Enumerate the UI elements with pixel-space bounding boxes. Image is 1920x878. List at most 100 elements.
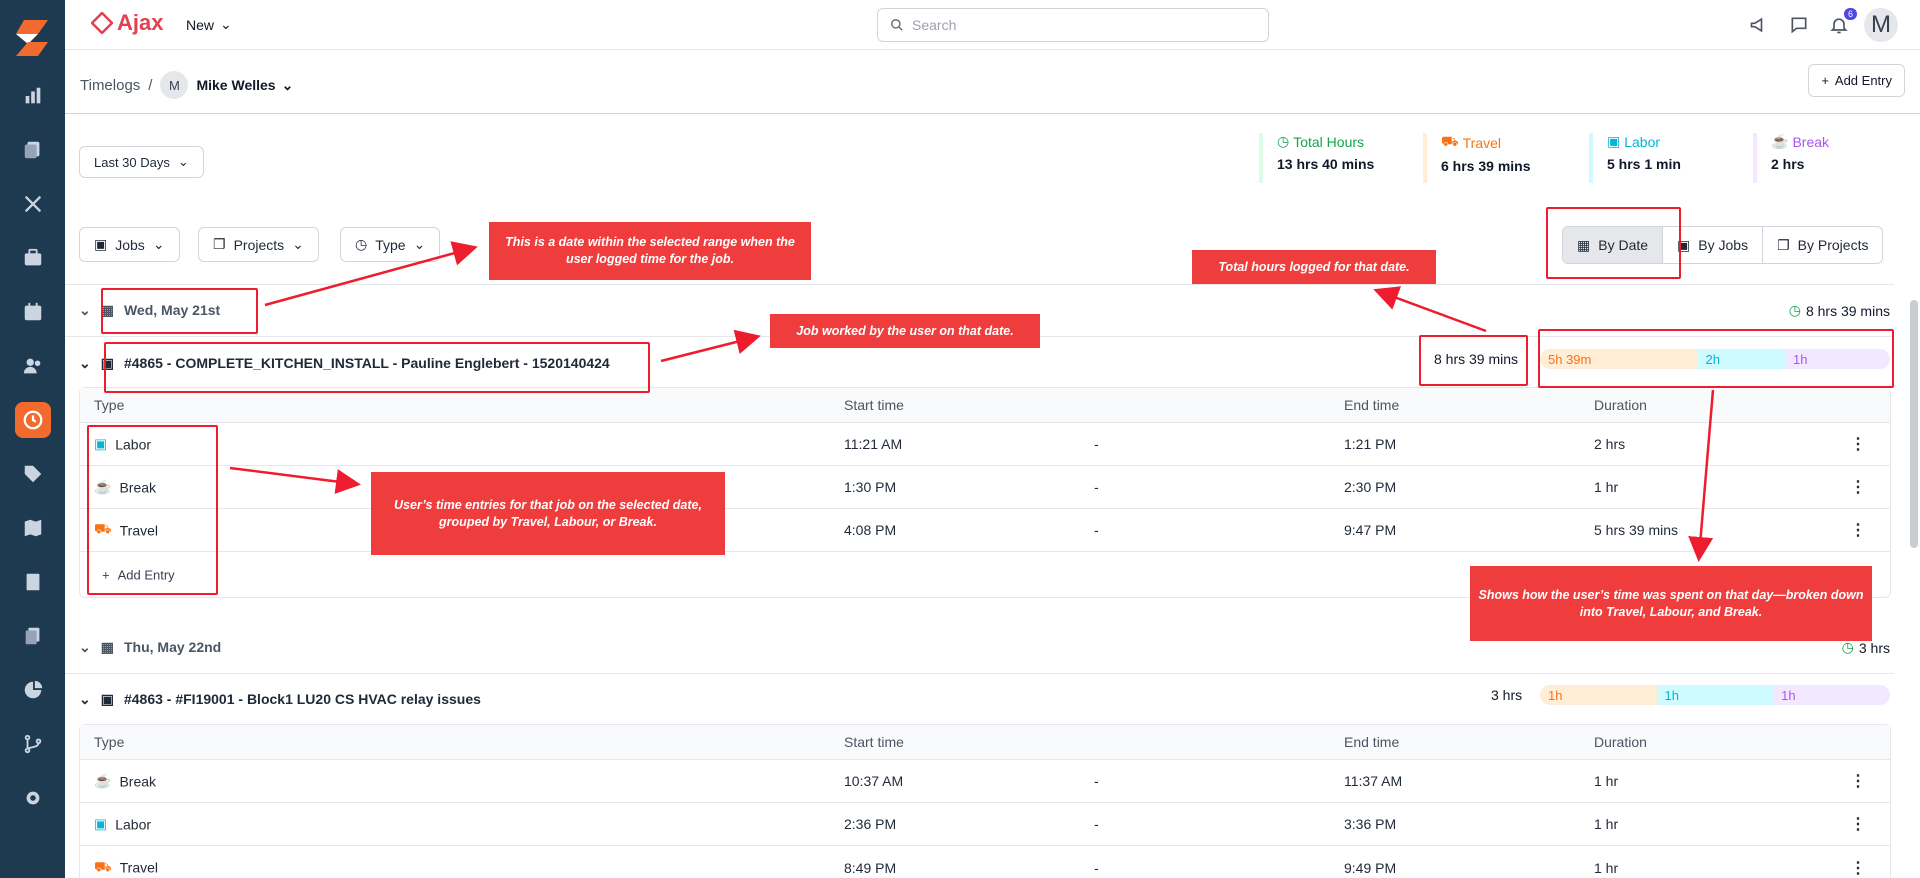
settings-icon[interactable]: [15, 780, 51, 816]
new-label: New: [186, 16, 215, 33]
job-group-header[interactable]: ⌄ ▣ #4863 - #FI19001 - Block1 LU20 CS HV…: [79, 684, 481, 714]
app-logo-icon[interactable]: [14, 18, 50, 58]
search-placeholder: Search: [912, 17, 957, 33]
entry-duration: 1 hr: [1594, 859, 1619, 876]
add-entry-button[interactable]: + Add Entry: [1808, 64, 1905, 97]
table-row[interactable]: ⛟ Travel 4:08 PM - 9:47 PM 5 hrs 39 mins …: [80, 509, 1890, 552]
table-row[interactable]: ☕ Break 1:30 PM - 2:30 PM 1 hr ⋮: [80, 466, 1890, 509]
divider: [65, 284, 1894, 285]
stat-value: 6 hrs 39 mins: [1441, 158, 1531, 174]
megaphone-icon[interactable]: [1747, 13, 1771, 37]
chevron-down-icon: ⌄: [177, 154, 189, 169]
col-end: End time: [1344, 734, 1400, 750]
date-group-header[interactable]: ⌄ ▦ Thu, May 22nd: [79, 632, 221, 662]
break-segment: 1h: [1773, 685, 1890, 705]
chat-icon[interactable]: [1787, 13, 1811, 37]
highlight-job-total: [1419, 335, 1528, 386]
entry-start: 4:08 PM: [844, 522, 897, 538]
type-filter[interactable]: ◷ Type ⌄: [340, 227, 441, 262]
arrow-job: [660, 329, 761, 363]
annotation-job: Job worked by the user on that date.: [770, 314, 1040, 348]
clock-icon: ◷: [355, 236, 368, 252]
workflow-icon[interactable]: [15, 726, 51, 762]
more-options-icon[interactable]: ⋮: [1850, 858, 1866, 878]
date-range-label: Last 30 Days: [94, 154, 170, 170]
bell-icon[interactable]: 6: [1827, 8, 1857, 37]
entry-start: 2:36 PM: [844, 816, 897, 832]
pie-chart-icon[interactable]: [15, 672, 51, 708]
table-row[interactable]: ☕ Break 10:37 AM - 11:37 AM 1 hr ⋮: [80, 760, 1890, 803]
chevron-down-icon[interactable]: ⌄: [79, 691, 91, 708]
invoice-icon[interactable]: [15, 564, 51, 600]
entry-dash: -: [1094, 479, 1099, 495]
files-icon[interactable]: [15, 618, 51, 654]
more-options-icon[interactable]: ⋮: [1850, 771, 1866, 791]
entry-duration: 2 hrs: [1594, 436, 1626, 452]
entry-dash: -: [1094, 436, 1099, 452]
view-by-projects-button[interactable]: ❐ By Projects: [1763, 227, 1882, 263]
stat-value: 13 hrs 40 mins: [1277, 156, 1375, 172]
stat-label: Total Hours: [1293, 133, 1365, 150]
more-options-icon[interactable]: ⋮: [1850, 814, 1866, 834]
map-icon[interactable]: [15, 510, 51, 546]
entry-start: 11:21 AM: [844, 436, 903, 452]
new-menu-button[interactable]: New ⌄: [186, 16, 232, 33]
briefcase-icon: ▣: [1607, 133, 1621, 149]
stat-value: 5 hrs 1 min: [1607, 156, 1681, 172]
coffee-icon: ☕: [94, 772, 112, 789]
more-options-icon[interactable]: ⋮: [1850, 477, 1866, 497]
job-title: #4863 - #FI19001 - Block1 LU20 CS HVAC r…: [123, 691, 481, 707]
table-row[interactable]: ▣ Labor 11:21 AM - 1:21 PM 2 hrs ⋮: [80, 423, 1890, 466]
table-header: Type Start time End time Duration: [80, 725, 1890, 760]
date-range-select[interactable]: Last 30 Days ⌄: [79, 146, 204, 178]
stat-label: Break: [1792, 133, 1830, 150]
truck-icon: ⛟: [94, 858, 112, 874]
chevron-down-icon[interactable]: ⌄: [79, 639, 91, 656]
chevron-down-icon[interactable]: ⌄: [79, 302, 91, 319]
reports-icon[interactable]: [15, 78, 51, 114]
entry-end: 9:47 PM: [1344, 522, 1397, 538]
user-selector[interactable]: Mike Welles ⌄: [196, 77, 293, 94]
date-total-value: 3 hrs: [1858, 639, 1890, 656]
jobs-filter[interactable]: ▣ Jobs ⌄: [79, 227, 180, 262]
tag-icon[interactable]: [15, 456, 51, 492]
scrollbar[interactable]: [1910, 300, 1918, 548]
table-row[interactable]: ▣ Labor 2:36 PM - 3:36 PM 1 hr ⋮: [80, 803, 1890, 846]
clock-icon[interactable]: [15, 402, 51, 438]
travel-segment: 1h: [1540, 685, 1657, 705]
projects-filter[interactable]: ❐ Projects ⌄: [198, 227, 319, 262]
date-total-value: 8 hrs 39 mins: [1805, 302, 1890, 319]
breadcrumb-separator: /: [148, 76, 153, 94]
breadcrumb-timelogs[interactable]: Timelogs: [80, 77, 140, 94]
user-avatar[interactable]: M: [1864, 8, 1898, 42]
plus-icon: +: [1821, 73, 1829, 88]
search-input[interactable]: Search: [877, 8, 1269, 42]
table-row[interactable]: ⛟ Travel 8:49 PM - 9:49 PM 1 hr ⋮: [80, 846, 1890, 878]
entry-start: 1:30 PM: [844, 479, 897, 495]
tools-icon[interactable]: [15, 186, 51, 222]
users-icon[interactable]: [15, 348, 51, 384]
highlight-breakdown: [1538, 329, 1894, 388]
more-options-icon[interactable]: ⋮: [1850, 434, 1866, 454]
divider: [65, 113, 1920, 114]
chevron-down-icon[interactable]: ⌄: [79, 355, 91, 372]
annotation-total: Total hours logged for that date.: [1192, 250, 1436, 284]
annotation-breakdown: Shows how the user’s time was spent on t…: [1470, 566, 1872, 641]
stat-label: Travel: [1462, 134, 1502, 151]
chevron-down-icon: ⌄: [281, 76, 294, 93]
briefcase-icon: ▣: [100, 690, 114, 707]
view-label: By Projects: [1797, 237, 1869, 253]
brand[interactable]: Ajax: [91, 10, 163, 36]
entry-end: 9:49 PM: [1344, 859, 1397, 876]
entry-dash: -: [1094, 522, 1099, 538]
briefcase-icon[interactable]: [15, 240, 51, 276]
entry-duration: 1 hr: [1594, 816, 1619, 832]
col-end: End time: [1344, 397, 1400, 413]
highlight-by-date: [1546, 207, 1681, 279]
documents-icon[interactable]: [15, 132, 51, 168]
brand-logo-icon: [91, 12, 113, 34]
coffee-icon: ☕: [1771, 133, 1789, 149]
more-options-icon[interactable]: ⋮: [1850, 520, 1866, 540]
time-breakdown-bar: 1h 1h 1h: [1540, 685, 1890, 705]
calendar-icon[interactable]: [15, 294, 51, 330]
